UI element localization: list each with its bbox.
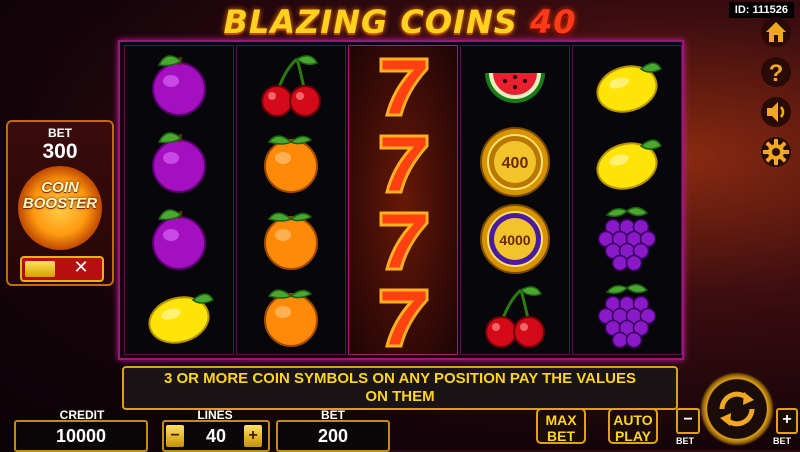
symbol-lemon: [125, 277, 233, 354]
auto-play-line1: AUTO: [613, 412, 653, 428]
symbol-seven: [349, 46, 457, 123]
auto-play-button[interactable]: AUTO PLAY: [608, 408, 658, 444]
coin-booster-panel: BET 300 COIN BOOSTER ✕: [6, 120, 114, 286]
symbol-lemon: [573, 46, 681, 123]
coin-booster-toggle[interactable]: ✕: [20, 256, 104, 282]
coin-booster-label: COIN BOOSTER: [8, 180, 112, 212]
coin-booster-label-line1: COIN: [41, 179, 79, 196]
symbol-grapes: [573, 277, 681, 354]
symbol-seven: [349, 277, 457, 354]
max-bet-button[interactable]: MAX BET: [536, 408, 586, 444]
booster-bet-value: 300: [42, 140, 78, 163]
symbol-plum: [125, 46, 233, 123]
symbol-plum: [125, 200, 233, 277]
help-icon[interactable]: ?: [760, 56, 792, 88]
symbol-grapes: [573, 200, 681, 277]
lines-increase-button[interactable]: +: [244, 425, 262, 447]
lines-decrease-button[interactable]: −: [166, 425, 184, 447]
symbol-orange: [237, 277, 345, 354]
reel-5: [572, 45, 682, 355]
game-title-main: BLAZING COINS: [223, 3, 518, 41]
symbol-seven: [349, 200, 457, 277]
auto-play-line2: PLAY: [614, 428, 652, 444]
symbol-orange: [237, 123, 345, 200]
symbol-cherry: [461, 277, 569, 354]
symbol-cherry: [237, 46, 345, 123]
spin-button[interactable]: [700, 372, 774, 446]
spin-arrows-icon: [719, 391, 755, 427]
symbol-orange: [237, 200, 345, 277]
credit-value: 10000: [14, 420, 148, 452]
coin-value-label: 4000: [499, 232, 530, 248]
max-bet-line1: MAX: [545, 412, 577, 428]
bet-decrease-label: BET: [676, 436, 694, 446]
symbol-watermelon: [461, 46, 569, 123]
max-bet-line2: BET: [547, 428, 575, 444]
settings-icon[interactable]: [760, 136, 792, 168]
coin-value-label: 400: [502, 155, 529, 172]
symbol-coin-400: 400: [461, 123, 569, 200]
coin-booster-label-line2: BOOSTER: [22, 195, 98, 212]
bet-increase-label: BET: [773, 436, 791, 446]
reel-2: [236, 45, 346, 355]
paytable-info-text: 3 OR MORE COIN SYMBOLS ON ANY POSITION P…: [124, 370, 676, 406]
home-icon[interactable]: [760, 16, 792, 48]
toggle-off-icon: ✕: [73, 257, 89, 277]
game-title-number: 40: [529, 3, 577, 41]
booster-bet-label: BET: [48, 126, 72, 140]
symbol-lemon: [573, 123, 681, 200]
sound-icon[interactable]: [760, 96, 792, 128]
bet-increase-button[interactable]: +: [776, 408, 798, 434]
game-title: BLAZING COINS 40: [200, 2, 600, 42]
symbol-coin-4000: 4000: [461, 200, 569, 277]
reel-4: 400 4000: [460, 45, 570, 355]
bet-decrease-button[interactable]: −: [676, 408, 700, 434]
bet-value: 200: [276, 420, 390, 452]
reel-3: [348, 45, 458, 355]
symbol-seven: [349, 123, 457, 200]
toggle-knob: [25, 261, 55, 277]
reel-1: [124, 45, 234, 355]
symbol-plum: [125, 123, 233, 200]
reel-area: 400 4000: [118, 40, 684, 360]
paytable-info-line2: ON THEM: [365, 388, 435, 405]
paytable-info-bar: 3 OR MORE COIN SYMBOLS ON ANY POSITION P…: [122, 366, 678, 410]
paytable-info-line1: 3 OR MORE COIN SYMBOLS ON ANY POSITION P…: [163, 370, 637, 387]
svg-text:?: ?: [769, 60, 784, 87]
